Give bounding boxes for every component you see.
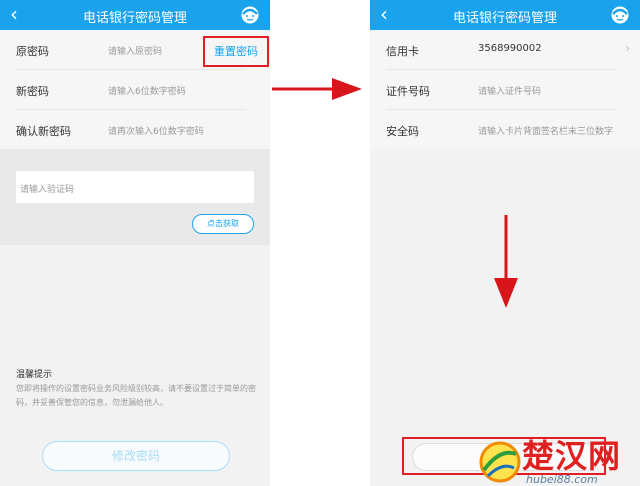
security-code-input[interactable]: 请输入卡片背面签名栏末三位数字 <box>478 124 613 137</box>
customer-service-icon[interactable] <box>240 5 260 25</box>
watermark-url: hubei88.com <box>526 473 598 486</box>
page-title: 电话银行密码管理 <box>82 11 187 26</box>
left-phone-screen: ‹ 电话银行密码管理 原密码 请输入原密码 新密码 请输入6位数字密码 确认新密… <box>0 0 270 486</box>
new-password-row[interactable]: 新密码 请输入6位数字密码 <box>0 70 270 110</box>
confirm-password-row[interactable]: 确认新密码 请再次输入6位数字密码 <box>0 110 270 150</box>
password-form: 原密码 请输入原密码 新密码 请输入6位数字密码 确认新密码 请再次输入6位数字… <box>0 30 270 149</box>
logo-mark-icon <box>479 441 521 483</box>
right-arrow-head-icon <box>332 78 362 100</box>
tips-title: 温馨提示 <box>16 370 53 380</box>
verification-code-placeholder: 请输入验证码 <box>20 185 75 195</box>
credit-card-number: 3568990002 <box>478 43 542 54</box>
old-password-label: 原密码 <box>16 45 49 58</box>
credit-card-label: 信用卡 <box>386 45 419 58</box>
confirm-password-label: 确认新密码 <box>16 125 71 138</box>
get-code-button[interactable]: 点击获取 <box>192 214 254 234</box>
right-phone-screen: ‹ 电话银行密码管理 信用卡 3568990002 › 证件号码 请输入证件号码… <box>370 0 640 486</box>
id-number-label: 证件号码 <box>386 85 430 98</box>
left-title-bar: ‹ 电话银行密码管理 <box>0 0 270 30</box>
page-title: 电话银行密码管理 <box>452 11 557 26</box>
watermark-logo: 楚汉网 hubei88.com <box>478 438 638 486</box>
old-password-input[interactable]: 请输入原密码 <box>108 44 162 57</box>
id-number-row[interactable]: 证件号码 请输入证件号码 <box>370 70 640 110</box>
credit-card-row[interactable]: 信用卡 3568990002 › <box>370 30 640 70</box>
right-title-bar: ‹ 电话银行密码管理 <box>370 0 640 30</box>
modify-password-button[interactable]: 修改密码 <box>42 441 230 471</box>
reset-password-link[interactable]: 重置密码 <box>203 36 269 67</box>
verification-section: 请输入验证码 点击获取 <box>0 149 270 245</box>
id-number-input[interactable]: 请输入证件号码 <box>478 84 541 97</box>
card-form: 信用卡 3568990002 › 证件号码 请输入证件号码 安全码 请输入卡片背… <box>370 30 640 149</box>
customer-service-icon[interactable] <box>610 5 630 25</box>
chevron-right-icon[interactable]: › <box>625 41 630 55</box>
security-code-row[interactable]: 安全码 请输入卡片背面签名栏末三位数字 <box>370 110 640 150</box>
tips-text: 您即将操作的设置密码业务风险级别较高，请不要设置过于简单的密码，并妥善保管您的信… <box>16 384 256 407</box>
verification-code-input[interactable]: 请输入验证码 <box>16 171 254 203</box>
confirm-password-input[interactable]: 请再次输入6位数字密码 <box>108 124 204 137</box>
security-code-label: 安全码 <box>386 125 419 138</box>
new-password-label: 新密码 <box>16 85 49 98</box>
watermark-name: 楚汉网 <box>522 437 622 475</box>
new-password-input[interactable]: 请输入6位数字密码 <box>108 84 186 97</box>
